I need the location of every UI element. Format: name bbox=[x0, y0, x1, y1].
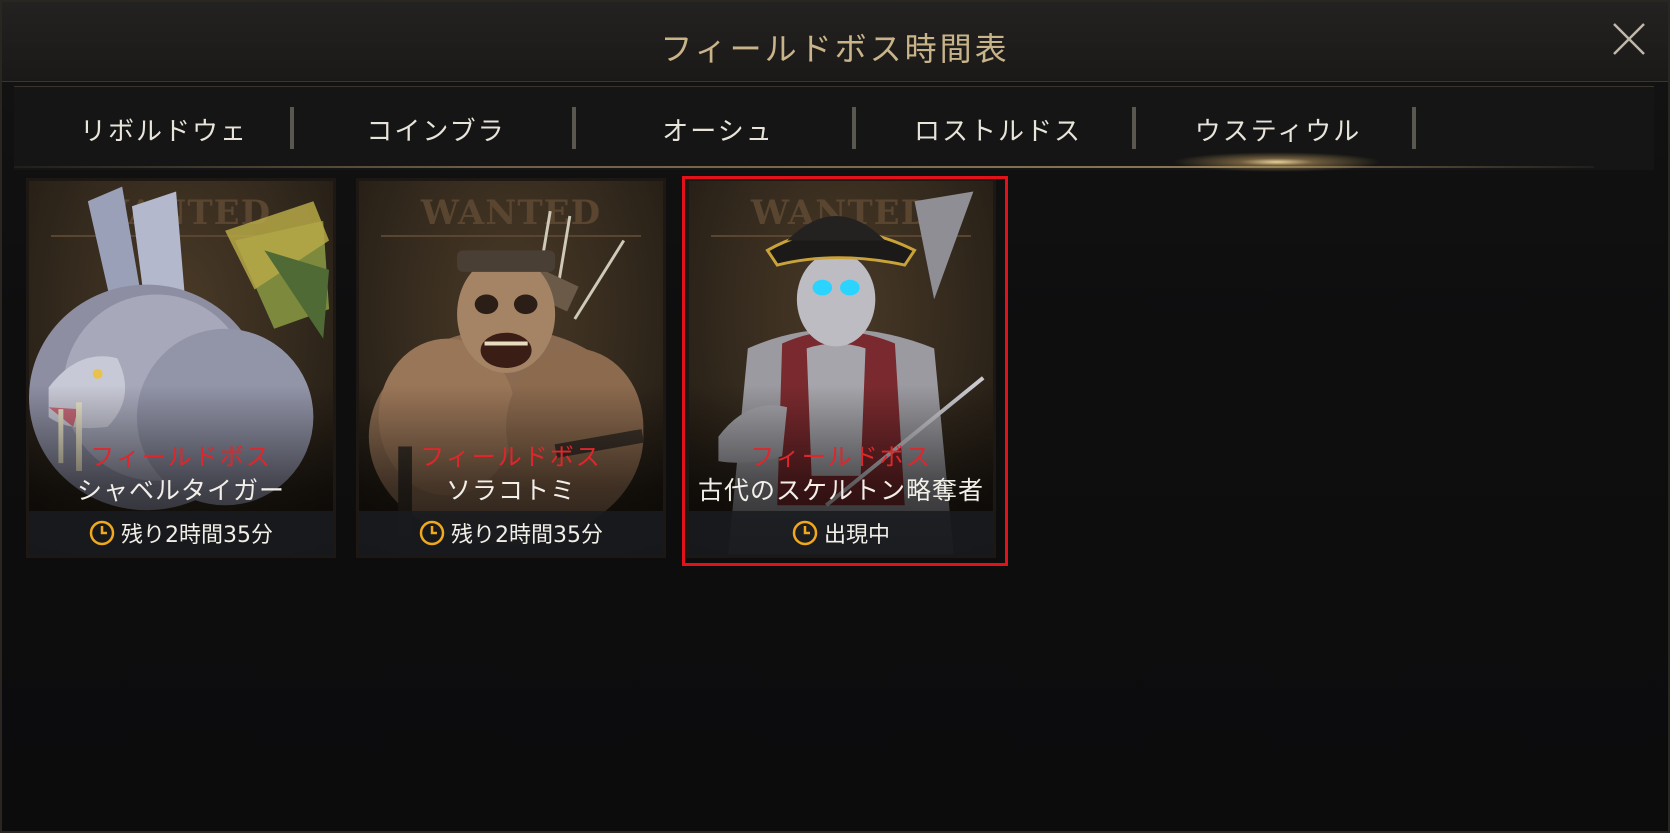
tab-label: ウスティウル bbox=[1194, 116, 1362, 147]
tab-divider bbox=[1412, 107, 1416, 149]
boss-name: ソラコトミ bbox=[445, 476, 576, 505]
boss-card-soracotomy[interactable]: WANTED フィールドボス ソラコトミ 残り2時間35分 bbox=[356, 178, 666, 558]
tab-ribordwe[interactable]: リボルドウェ bbox=[24, 87, 304, 171]
clock-icon bbox=[419, 520, 445, 546]
boss-card-ancient-skeleton-plunderer[interactable]: WANTED フィールドボス 古代のスケルトン略奪者 出現中 bbox=[686, 178, 996, 558]
boss-name: 古代のスケルトン略奪者 bbox=[697, 476, 984, 505]
tab-divider bbox=[1132, 107, 1136, 149]
tab-auch[interactable]: オーシュ bbox=[578, 87, 858, 171]
field-boss-window: フィールドボス時間表 リボルドウェ コインブラ オーシュ ロストルドス ウスティ… bbox=[0, 0, 1670, 833]
boss-card-shovel-tiger[interactable]: WANTED フィールドボス シャベルタイガー 残り2時間35分 bbox=[26, 178, 336, 558]
active-tab-indicator bbox=[1172, 152, 1382, 172]
tab-label: コインブラ bbox=[366, 116, 506, 147]
boss-type-label: フィールドボス bbox=[420, 443, 602, 471]
title-bar: フィールドボス時間表 bbox=[2, 2, 1668, 82]
tab-label: リボルドウェ bbox=[79, 116, 248, 147]
tab-divider bbox=[572, 107, 576, 149]
boss-name: シャベルタイガー bbox=[76, 476, 285, 505]
tab-divider bbox=[290, 107, 294, 149]
region-tabs: リボルドウェ コインブラ オーシュ ロストルドス ウスティウル bbox=[14, 86, 1654, 170]
clock-icon bbox=[89, 520, 115, 546]
status-bar: 残り2時間35分 bbox=[359, 511, 663, 555]
boss-type-label: フィールドボス bbox=[90, 443, 272, 471]
respawn-timer: 残り2時間35分 bbox=[121, 523, 273, 548]
window-title: フィールドボス時間表 bbox=[660, 30, 1010, 68]
close-button[interactable] bbox=[1606, 16, 1652, 62]
boss-type-label: フィールドボス bbox=[750, 443, 932, 471]
respawn-timer: 残り2時間35分 bbox=[451, 523, 603, 548]
tab-coimbra[interactable]: コインブラ bbox=[296, 87, 576, 171]
tab-lostrdos[interactable]: ロストルドス bbox=[858, 87, 1138, 171]
tab-label: ロストルドス bbox=[913, 116, 1082, 147]
close-icon bbox=[1613, 23, 1645, 55]
tab-divider bbox=[852, 107, 856, 149]
status-bar: 出現中 bbox=[689, 511, 993, 555]
status-bar: 残り2時間35分 bbox=[29, 511, 333, 555]
tab-label: オーシュ bbox=[662, 116, 774, 147]
clock-icon bbox=[792, 520, 818, 546]
spawn-status: 出現中 bbox=[823, 523, 890, 548]
